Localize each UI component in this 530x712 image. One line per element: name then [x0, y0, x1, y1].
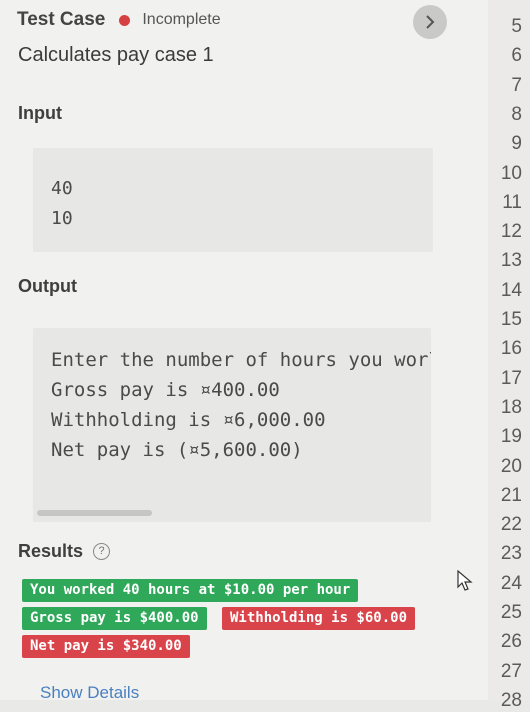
input-label: Input: [18, 103, 62, 123]
line-number-gutter: 5 6 7 8 9 10 11 12 13 14 15 16 17 18 19 20 21 22 23 24 25 26 2…: [488, 0, 530, 711]
line-number: 13: [500, 250, 522, 272]
output-line: Enter the number of hours you worl: [51, 349, 431, 371]
line-number: 18: [500, 396, 522, 418]
line-number: 22: [500, 514, 522, 536]
line-number: 28: [500, 689, 522, 711]
test-case-panel: Test Case Incomplete Calculates pay case…: [0, 0, 488, 703]
results-header: Results ?: [18, 541, 111, 562]
output-line: Withholding is ¤6,000.00: [51, 409, 326, 431]
line-number: 25: [500, 602, 522, 623]
chevron-right-icon: [426, 15, 435, 29]
show-details-link[interactable]: Show Details: [40, 683, 139, 703]
line-number: 26: [500, 631, 522, 653]
line-number: 10: [500, 162, 522, 184]
mouse-cursor-icon: [457, 570, 473, 591]
line-number: 5: [511, 16, 522, 37]
line-number: 20: [500, 455, 522, 477]
input-box: 40 10: [33, 148, 433, 252]
line-number: 27: [500, 660, 522, 682]
line-number: 21: [500, 484, 522, 506]
line-number: 7: [511, 74, 522, 96]
horizontal-scrollbar[interactable]: [37, 510, 152, 516]
line-number: 14: [500, 279, 522, 301]
result-badge-fail: Withholding is $60.00: [222, 607, 416, 630]
line-number: 8: [511, 103, 522, 125]
line-number: 9: [511, 133, 522, 155]
test-case-description: Calculates pay case 1: [18, 44, 214, 66]
line-number: 23: [500, 543, 522, 565]
test-case-header: Test Case Incomplete: [17, 9, 221, 31]
line-number: 17: [500, 367, 522, 389]
line-number: 16: [500, 338, 522, 360]
result-badge-pass: Gross pay is $400.00: [22, 607, 207, 630]
line-number: 15: [500, 309, 522, 330]
output-box: Enter the number of hours you worl Gross…: [33, 328, 431, 522]
results-label: Results: [18, 541, 84, 561]
line-number: 19: [500, 426, 522, 448]
status-dot-icon: [119, 14, 131, 26]
expand-toggle-button[interactable]: [413, 5, 447, 39]
output-line: Net pay is (¤5,600.00): [51, 439, 303, 461]
line-number: 12: [500, 221, 522, 243]
result-badge-pass: You worked 40 hours at $10.00 per hour: [22, 579, 359, 602]
line-number: 11: [502, 191, 522, 213]
output-label: Output: [18, 276, 77, 296]
status-text: Incomplete: [142, 11, 221, 28]
result-badge-fail: Net pay is $340.00: [22, 635, 190, 658]
test-case-title: Test Case: [17, 9, 106, 30]
question-circle-icon[interactable]: ?: [93, 543, 111, 560]
line-number: 6: [511, 45, 522, 67]
line-number: 24: [500, 572, 522, 594]
input-line: 40: [51, 178, 73, 199]
input-line: 10: [51, 208, 73, 229]
output-line: Gross pay is ¤400.00: [51, 379, 280, 401]
